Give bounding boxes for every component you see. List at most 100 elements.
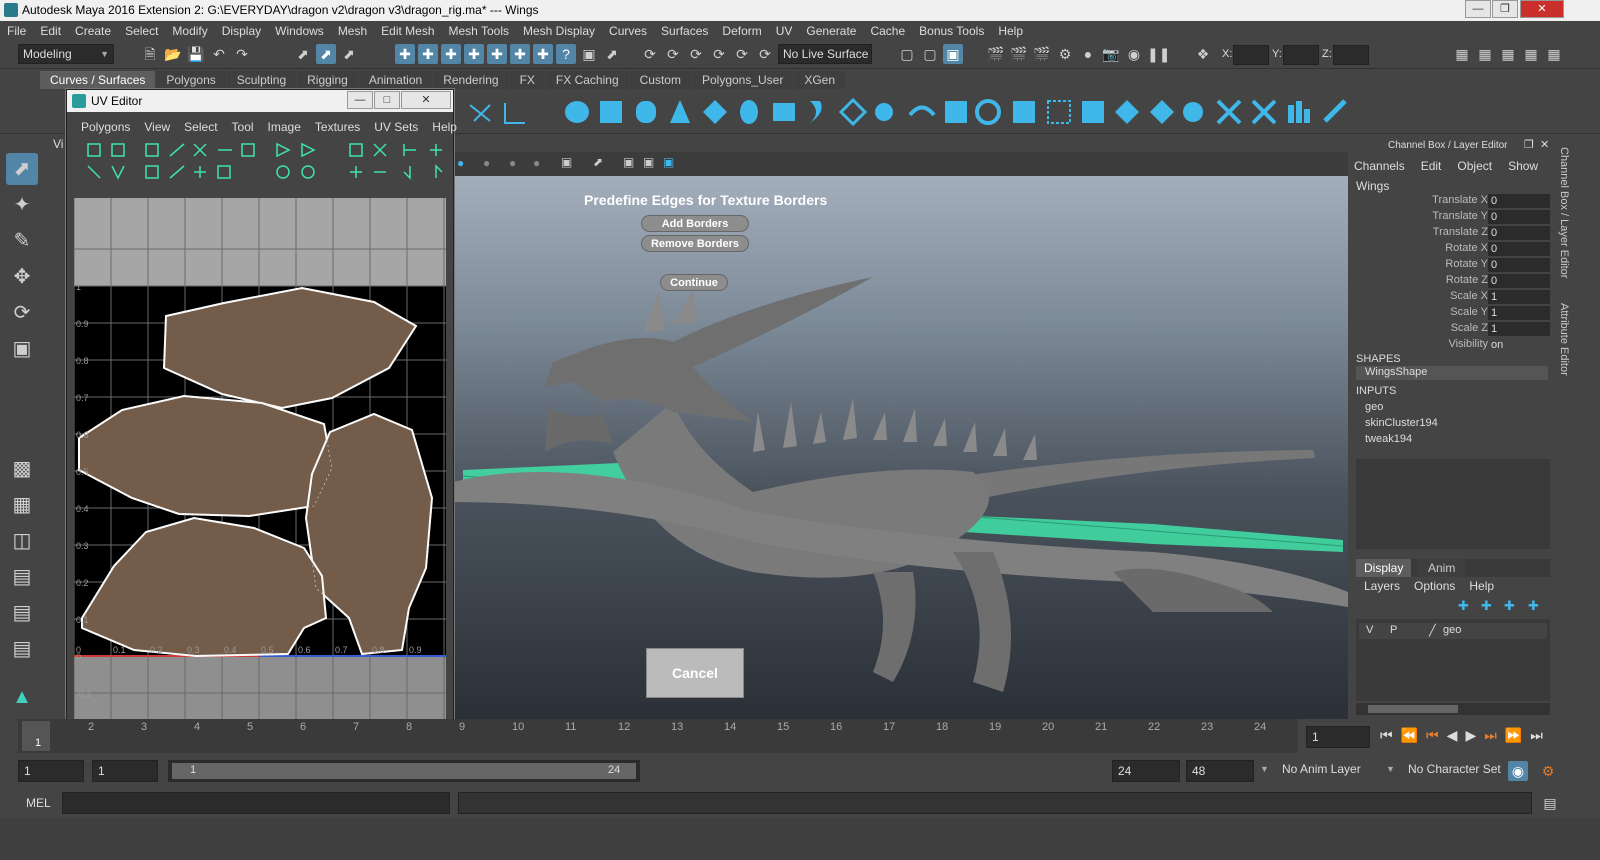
render-globals-icon[interactable]: ⚙ xyxy=(1055,44,1075,64)
menu-uv[interactable]: UV xyxy=(776,24,793,38)
cb-menu-edit[interactable]: Edit xyxy=(1421,159,1442,173)
snap-surface-icon[interactable]: ✚ xyxy=(487,44,507,64)
y-coord-field[interactable] xyxy=(1283,45,1319,65)
layer-visibility-toggle[interactable]: V xyxy=(1366,624,1373,636)
menu-mesh-tools[interactable]: Mesh Tools xyxy=(449,24,509,38)
menu-generate[interactable]: Generate xyxy=(806,24,856,38)
snap-vertex-icon[interactable]: ✚ xyxy=(510,44,530,64)
snapshot-icon[interactable]: 📷 xyxy=(1101,44,1121,64)
tab-sculpting[interactable]: Sculpting xyxy=(226,71,297,89)
go-to-end-icon[interactable]: ⏭ xyxy=(1530,727,1543,744)
attr-rotate-z-value[interactable]: 0 xyxy=(1488,274,1550,288)
attr-rotate-x-value[interactable]: 0 xyxy=(1488,242,1550,256)
menu-edit-mesh[interactable]: Edit Mesh xyxy=(381,24,434,38)
menu-edit[interactable]: Edit xyxy=(40,24,61,38)
tool-settings-icon[interactable]: ▦ xyxy=(1521,44,1541,64)
redo-icon[interactable]: ↷ xyxy=(232,44,252,64)
history-icon[interactable]: ⟳ xyxy=(640,44,660,64)
select-tool-icon[interactable]: ⬈ xyxy=(6,153,38,185)
new-scene-icon[interactable]: 🗎 xyxy=(140,44,160,64)
undo-icon[interactable]: ↶ xyxy=(209,44,229,64)
ipr-render-icon[interactable]: 🎬 xyxy=(1009,44,1029,64)
uv-menu-polygons[interactable]: Polygons xyxy=(81,120,130,134)
continue-button[interactable]: Continue xyxy=(660,274,728,291)
float-icon[interactable]: ❐ xyxy=(1524,138,1534,151)
step-forward-key-icon[interactable]: ⏩ xyxy=(1505,727,1522,744)
snap-grid-icon[interactable]: ✚ xyxy=(395,44,415,64)
construction-icon[interactable]: ⟳ xyxy=(663,44,683,64)
animation-prefs-icon[interactable]: ⚙ xyxy=(1538,761,1558,781)
select-object-icon[interactable]: ⬈ xyxy=(316,44,336,64)
menu-file[interactable]: File xyxy=(7,24,26,38)
output-ops-icon[interactable]: ⟳ xyxy=(709,44,729,64)
uv-menu-textures[interactable]: Textures xyxy=(315,120,360,134)
mode-dropdown[interactable]: Modeling ▼ xyxy=(18,44,114,64)
anim-layer-dropdown[interactable]: ▼ No Anim Layer xyxy=(1258,760,1382,782)
script-editor-icon[interactable]: ▤ xyxy=(1540,793,1560,813)
layer-playback-toggle[interactable]: P xyxy=(1390,624,1397,636)
command-input[interactable] xyxy=(62,792,450,814)
uv-menu-help[interactable]: Help xyxy=(432,120,457,134)
uv-menu-select[interactable]: Select xyxy=(184,120,217,134)
snap-view-icon[interactable]: ✚ xyxy=(464,44,484,64)
viewport-3d[interactable]: ● ● ● ● ▣ ⬈ ▣ ▣ ▣ Predefine Edges for Te… xyxy=(453,152,1348,719)
step-forward-frame-icon[interactable]: ⏭ xyxy=(1484,727,1497,744)
attr-translate-y-value[interactable]: 0 xyxy=(1488,210,1550,224)
tab-custom[interactable]: Custom xyxy=(629,71,691,89)
step-back-key-icon[interactable]: ⏪ xyxy=(1401,727,1418,744)
new-layer-icon[interactable]: ✚ xyxy=(1458,598,1469,614)
make-live-icon[interactable]: ▣ xyxy=(579,44,599,64)
menu-bonus-tools[interactable]: Bonus Tools xyxy=(919,24,984,38)
live-icon[interactable]: ⟳ xyxy=(755,44,775,64)
layer-row[interactable]: V P ╱ geo xyxy=(1359,623,1547,639)
snap-point-icon[interactable]: ✚ xyxy=(441,44,461,64)
attr-scale-x-value[interactable]: 1 xyxy=(1488,290,1550,304)
tab-polygons[interactable]: Polygons xyxy=(156,71,226,89)
tab-xgen[interactable]: XGen xyxy=(794,71,846,89)
tab-animation[interactable]: Animation xyxy=(358,71,433,89)
layout-outliner-icon[interactable]: ▤ xyxy=(6,561,38,593)
channel-box-icon[interactable]: ▦ xyxy=(1544,44,1564,64)
layer-menu-layers[interactable]: Layers xyxy=(1364,579,1400,593)
layout-graph-icon[interactable]: ▤ xyxy=(6,597,38,629)
play-forward-icon[interactable]: ▶ xyxy=(1465,727,1476,744)
menu-create[interactable]: Create xyxy=(75,24,111,38)
move-layer-up-icon[interactable]: ✚ xyxy=(1504,598,1515,614)
render-current-icon[interactable]: 🎬 xyxy=(986,44,1006,64)
menu-curves[interactable]: Curves xyxy=(609,24,647,38)
record-icon[interactable]: ● xyxy=(1078,44,1098,64)
playback-start-field[interactable]: 1 xyxy=(92,760,158,782)
x-coord-field[interactable] xyxy=(1233,45,1269,65)
shape-node[interactable]: WingsShape xyxy=(1356,366,1548,380)
paint-select-icon[interactable]: ✎ xyxy=(6,225,38,257)
input-node-tweak[interactable]: tweak194 xyxy=(1365,433,1412,445)
range-track[interactable]: 1 24 xyxy=(168,760,640,782)
snap-curve-icon[interactable]: ✚ xyxy=(418,44,438,64)
rotate-tool-icon[interactable]: ⟳ xyxy=(6,297,38,329)
layout-persp-icon[interactable]: ▤ xyxy=(6,633,38,665)
tab-polygons-user[interactable]: Polygons_User xyxy=(691,71,794,89)
uv-menu-tool[interactable]: Tool xyxy=(232,120,254,134)
layer-menu-options[interactable]: Options xyxy=(1414,579,1455,593)
cb-menu-channels[interactable]: Channels xyxy=(1354,159,1405,173)
menu-surfaces[interactable]: Surfaces xyxy=(661,24,708,38)
menu-help[interactable]: Help xyxy=(998,24,1023,38)
snap-edge-icon[interactable]: ✚ xyxy=(533,44,553,64)
uv-menu-view[interactable]: View xyxy=(144,120,170,134)
tab-rendering[interactable]: Rendering xyxy=(433,71,509,89)
tab-fx[interactable]: FX xyxy=(509,71,545,89)
add-borders-button[interactable]: Add Borders xyxy=(641,215,749,232)
attribute-editor-icon[interactable]: ▦ xyxy=(1498,44,1518,64)
transform-icon[interactable]: ❖ xyxy=(1193,44,1213,64)
side-tab-channel-box[interactable]: Channel Box / Layer Editor xyxy=(1558,147,1570,278)
menu-display[interactable]: Display xyxy=(222,24,261,38)
viewport-menu-view[interactable]: Vi xyxy=(53,137,63,151)
start-time-field[interactable]: 1 xyxy=(18,760,84,782)
time-slider[interactable]: 1 2 3 4 5 6 7 8 9 10 11 12 13 14 15 16 17 18 19 20 21 22 23 24… xyxy=(0,719,1600,755)
attr-visibility-value[interactable]: on xyxy=(1488,338,1550,352)
layout-two-icon[interactable]: ◫ xyxy=(6,525,38,557)
layout-four-icon[interactable]: ▦ xyxy=(6,489,38,521)
mel-label[interactable]: MEL xyxy=(26,796,51,810)
layer-menu-help[interactable]: Help xyxy=(1469,579,1494,593)
menu-modify[interactable]: Modify xyxy=(172,24,207,38)
